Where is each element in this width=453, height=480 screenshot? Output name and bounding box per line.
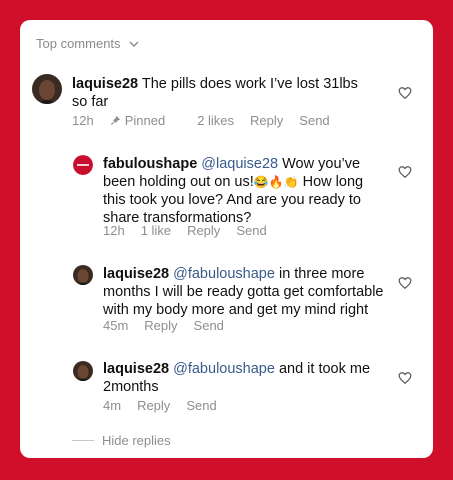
mention-link[interactable]: @laquise28: [201, 156, 278, 172]
comment-text: in three more: [274, 266, 365, 282]
avatar[interactable]: [32, 74, 62, 104]
comment-username[interactable]: laquise28: [103, 361, 169, 377]
mention-link[interactable]: @fabuloushape: [173, 266, 275, 282]
likes-count[interactable]: 1 like: [141, 223, 171, 238]
emoji: 😂🔥👏: [253, 175, 299, 189]
comment-time: 4m: [103, 398, 122, 413]
comment-text: this took you love? And are you ready to: [103, 192, 361, 208]
comment-text: Wow you’ve: [278, 156, 361, 172]
comment-text: been holding out on us!: [103, 174, 254, 190]
reply-button[interactable]: Reply: [250, 113, 283, 128]
pin-icon: [110, 115, 120, 126]
heart-icon[interactable]: [398, 371, 412, 385]
comment-username[interactable]: fabuloushape: [103, 156, 197, 172]
comments-card: Top comments laquise28 The pills does wo…: [20, 20, 433, 458]
send-button[interactable]: Send: [299, 113, 329, 128]
reply-button[interactable]: Reply: [144, 318, 177, 333]
send-button[interactable]: Send: [194, 318, 224, 333]
heart-icon[interactable]: [398, 165, 412, 179]
reply-button[interactable]: Reply: [187, 223, 220, 238]
mention-link[interactable]: @fabuloushape: [173, 361, 275, 377]
chevron-down-icon: [129, 41, 139, 47]
comment-text: 2months: [103, 379, 159, 395]
avatar[interactable]: [73, 265, 93, 285]
hide-replies-button[interactable]: Hide replies: [102, 433, 171, 448]
comment-text: How long: [298, 174, 364, 190]
top-comments-header[interactable]: Top comments: [36, 36, 139, 51]
comment-username[interactable]: laquise28: [103, 266, 169, 282]
pinned-label: Pinned: [110, 113, 181, 128]
comment-text: and it took me: [274, 361, 371, 377]
hide-replies-divider: [72, 440, 94, 441]
comment-time: 45m: [103, 318, 129, 333]
avatar[interactable]: [73, 361, 93, 381]
send-button[interactable]: Send: [186, 398, 216, 413]
comment-text: with my body more and get my mind right: [103, 302, 369, 318]
heart-icon[interactable]: [398, 86, 412, 100]
comment-text: months I will be ready gotta get comfort…: [103, 284, 384, 300]
comment-time: 12h: [103, 223, 125, 238]
reply-button[interactable]: Reply: [137, 398, 170, 413]
avatar[interactable]: [73, 155, 93, 175]
send-button[interactable]: Send: [236, 223, 266, 238]
heart-icon[interactable]: [398, 276, 412, 290]
top-comments-label: Top comments: [36, 36, 121, 51]
likes-count[interactable]: 2 likes: [197, 113, 234, 128]
comment-username[interactable]: laquise28: [72, 76, 138, 92]
pinned-text: Pinned: [124, 113, 166, 128]
comment-time: 12h: [72, 113, 94, 128]
